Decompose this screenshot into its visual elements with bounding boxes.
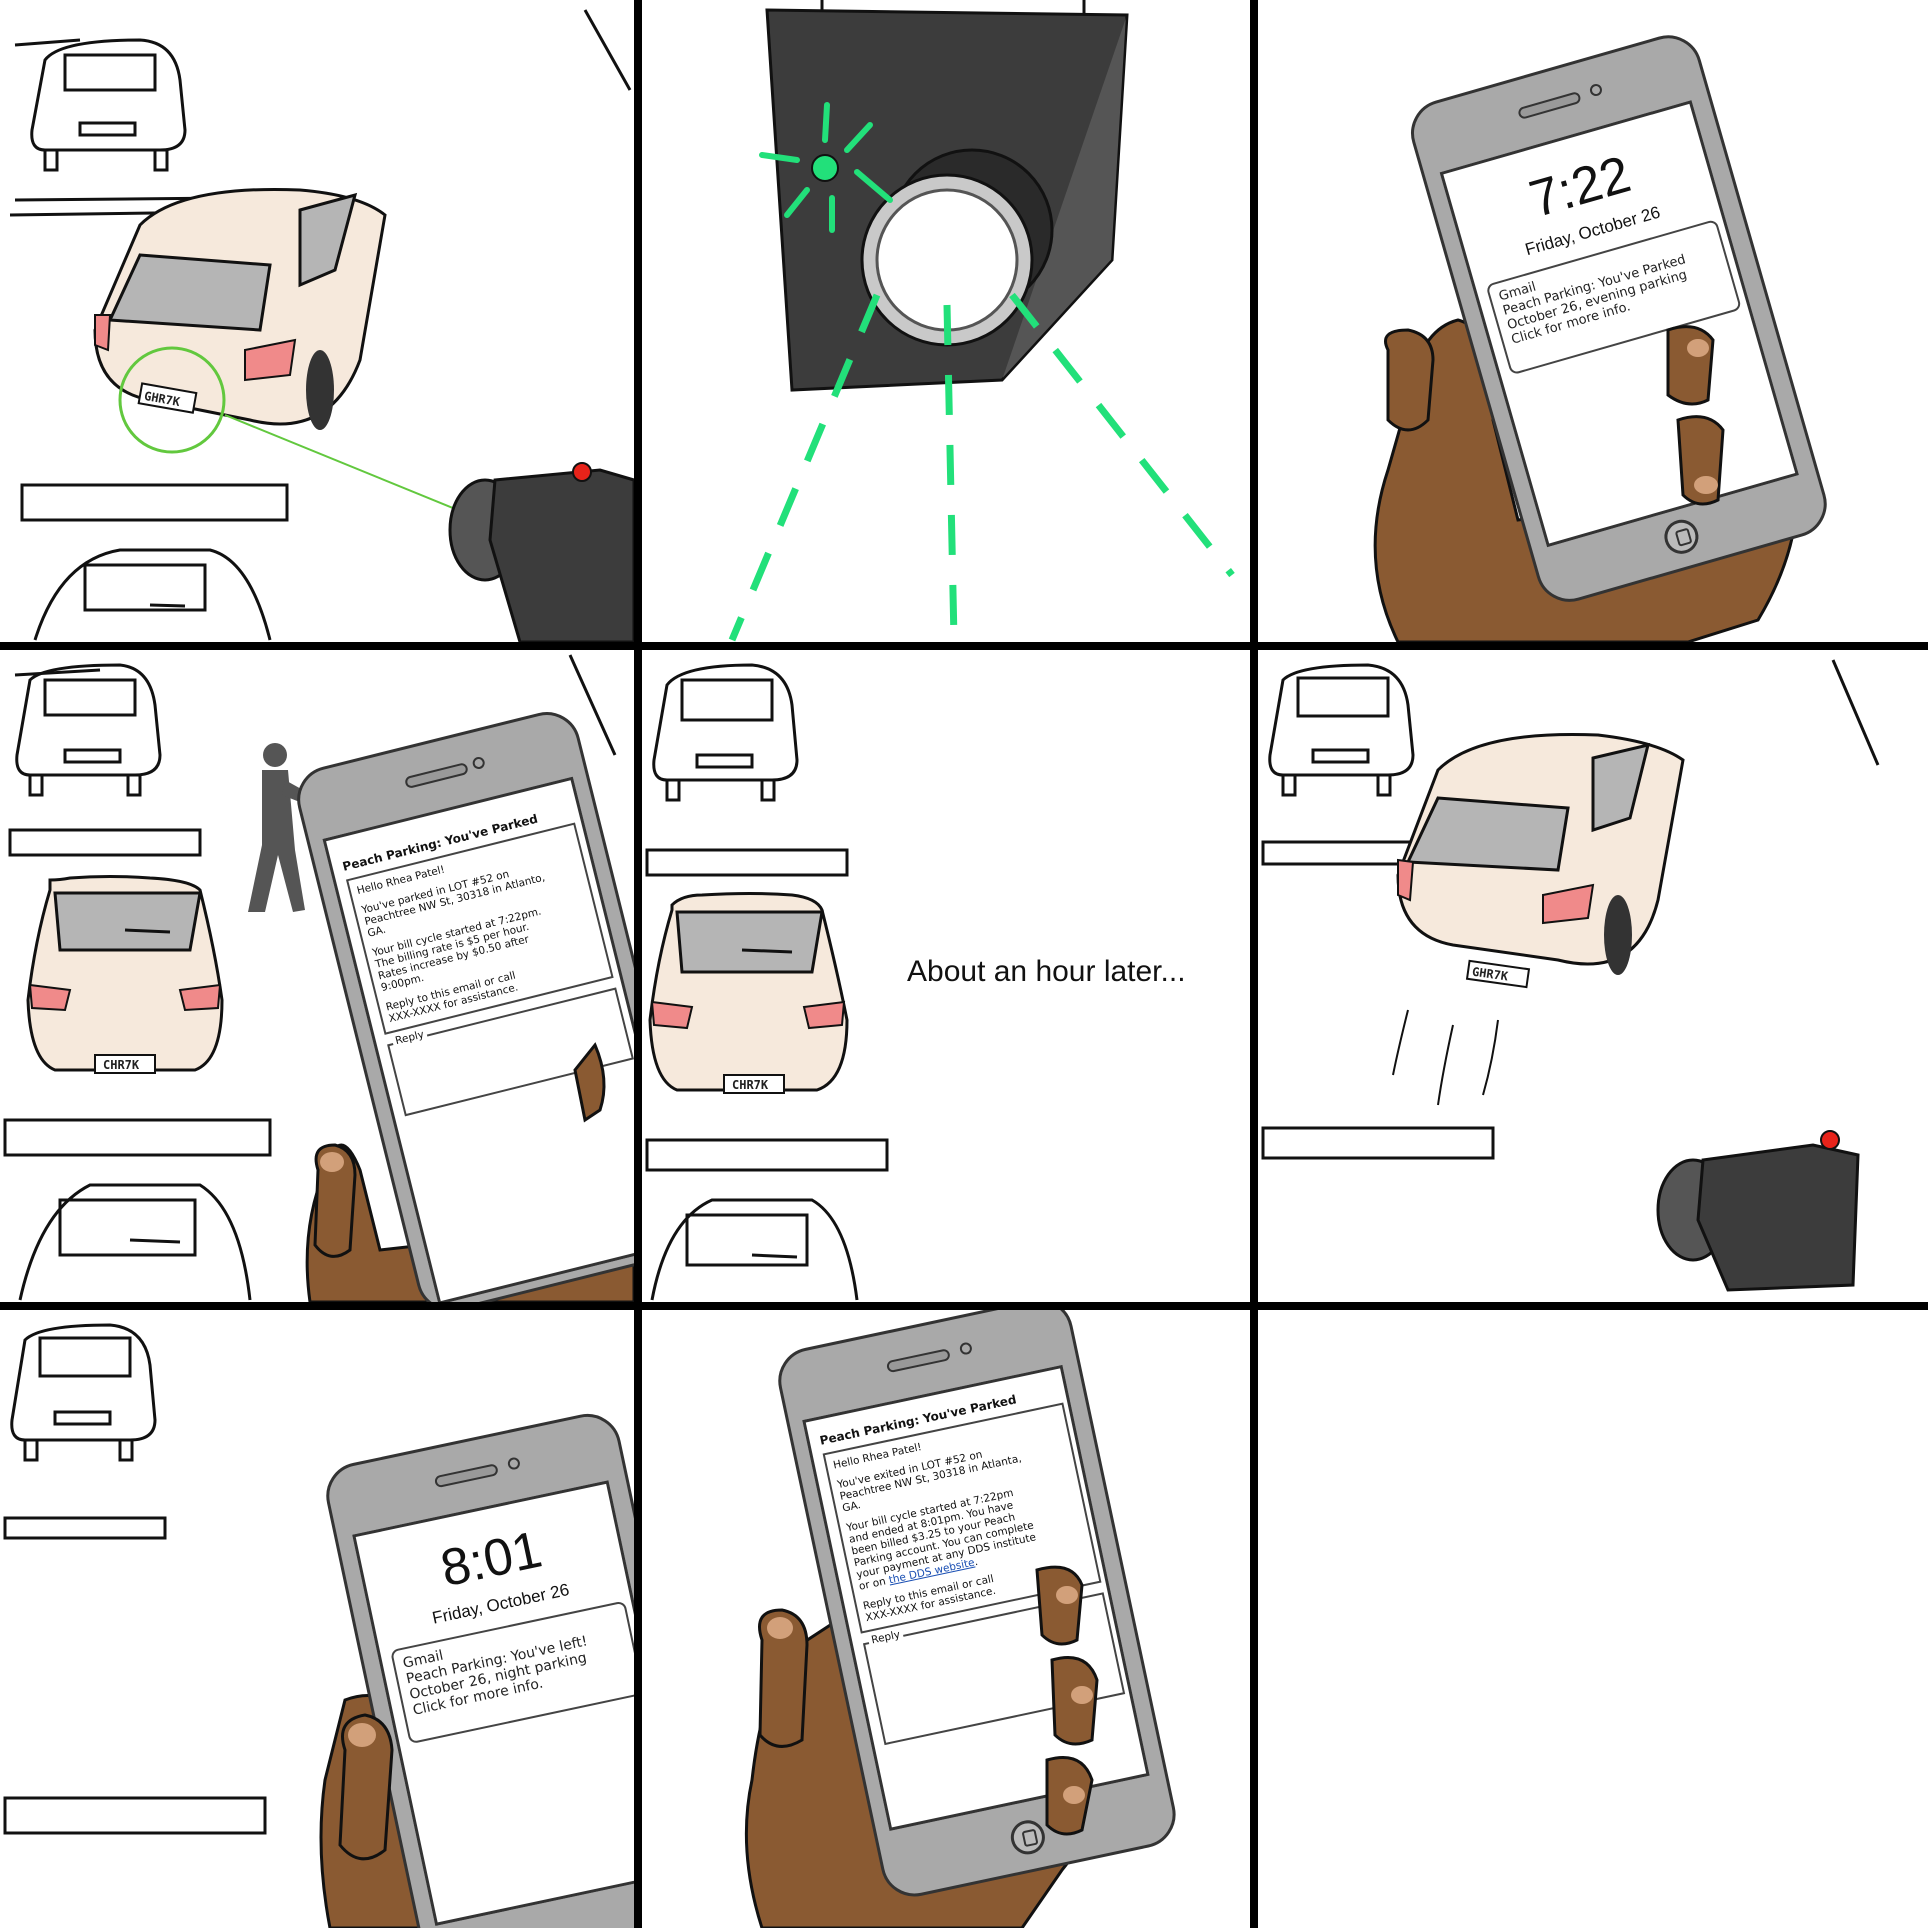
license-plate-text: CHR7K <box>103 1058 140 1072</box>
cream-car <box>1396 732 1685 989</box>
panel-scanner-closeup <box>642 0 1250 642</box>
panel-walk-away-email: CHR7K Peach Parking: You've Parked Hello… <box>0 650 634 1302</box>
outline-car-rear <box>30 38 187 172</box>
panel-plate-scan-art <box>9 9 634 642</box>
outline-car-rear <box>1268 663 1415 797</box>
grid-hline-1 <box>0 642 1928 650</box>
grid-hline-2 <box>0 1302 1928 1310</box>
cream-car <box>93 187 387 430</box>
scanner-device <box>1656 1130 1860 1292</box>
panel-car-leaving: GHR7K <box>1258 650 1928 1302</box>
scanner-device <box>448 462 634 642</box>
panel-car-leaving-art <box>1261 659 1880 1292</box>
outline-car-rear <box>10 1323 157 1462</box>
cream-car-rear <box>26 875 224 1074</box>
panel-phone-parked-notification: 7:22 Friday, October 26 Gmail Peach Park… <box>1258 0 1928 642</box>
panel-phone-left-notification: 8:01 Friday, October 26 Gmail Peach Park… <box>0 1310 634 1928</box>
email-view: Peach Parking: You've Parked Hello Rhea … <box>341 803 634 1117</box>
cream-car-rear <box>648 892 849 1094</box>
outline-car-rear <box>15 663 162 797</box>
grid-vline-2 <box>1250 0 1258 1928</box>
panel-hour-later: CHR7K About an hour later... <box>642 650 1250 1302</box>
motion-lines <box>1392 1009 1499 1106</box>
license-plate-text: CHR7K <box>732 1078 769 1092</box>
caption-hour-later: About an hour later... <box>907 955 1186 988</box>
panel-exit-email: Peach Parking: You've Parked Hello Rhea … <box>642 1310 1250 1928</box>
panel-plate-scan: GHR7K <box>0 0 634 642</box>
grid-vline-1 <box>634 0 642 1928</box>
outline-car-rear <box>652 663 799 802</box>
panel-empty <box>1258 1310 1928 1928</box>
scanner-closeup-art <box>728 0 1235 642</box>
